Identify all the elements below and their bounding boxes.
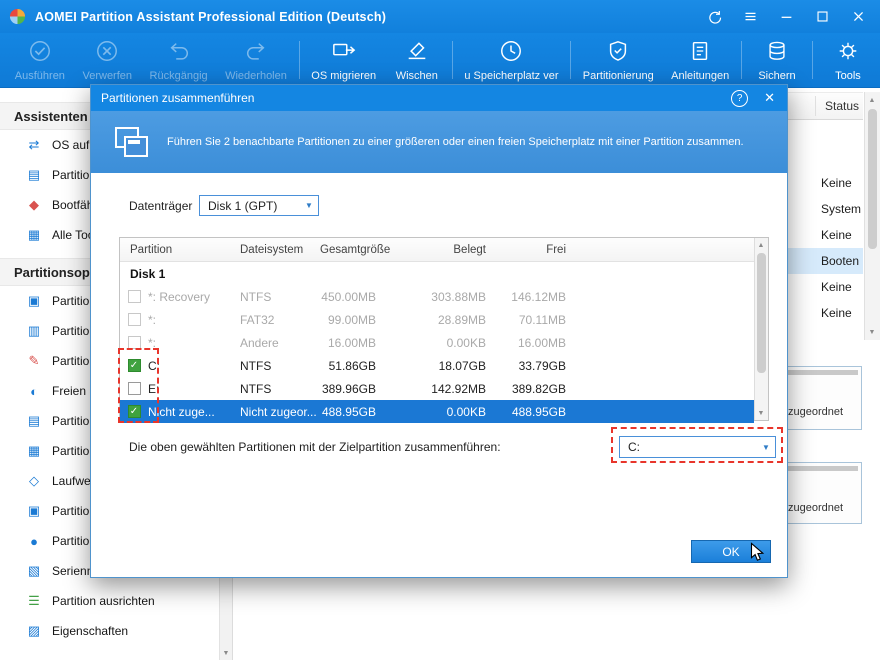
row-checkbox[interactable] xyxy=(127,313,141,326)
disk-group-row: Disk 1 xyxy=(130,266,166,281)
chevron-down-icon: ▼ xyxy=(762,442,770,452)
all-tools-icon: ▦ xyxy=(27,227,41,242)
bootable-media-icon: ◆ xyxy=(29,197,39,212)
drive-icon: ◇ xyxy=(29,473,39,488)
mouse-cursor xyxy=(750,542,767,568)
dialog-header: Führen Sie 2 benachbarte Partitionen zu … xyxy=(91,111,787,173)
scrollbar-thumb[interactable] xyxy=(757,253,766,373)
scroll-down-icon[interactable]: ▼ xyxy=(866,325,878,339)
allocate-free-space-button[interactable]: u Speicherplatz ver xyxy=(456,39,567,82)
tutorials-button[interactable]: Anleitungen xyxy=(662,39,738,82)
row-checkbox-checked[interactable] xyxy=(127,405,141,418)
table-header: Partition Dateisystem Gesamtgröße Belegt… xyxy=(120,238,754,262)
list-scrollbar[interactable]: ▲ ▼ xyxy=(864,92,880,340)
dialog-description: Führen Sie 2 benachbarte Partitionen zu … xyxy=(167,136,744,148)
clock-icon xyxy=(499,39,523,68)
help-icon[interactable]: ? xyxy=(731,89,749,107)
backup-button[interactable]: Sichern xyxy=(745,39,809,82)
table-row[interactable]: *: Andere 16.00MB 0.00KB 16.00MB xyxy=(120,331,754,354)
scroll-down-icon[interactable]: ▼ xyxy=(220,646,232,660)
scrollbar-thumb[interactable] xyxy=(868,109,877,249)
partition-icon: ▤ xyxy=(27,413,41,428)
clock-icon: ◐ xyxy=(30,383,38,399)
wipe-button[interactable]: Wischen xyxy=(385,39,449,82)
window-title: AOMEI Partition Assistant Professional E… xyxy=(35,9,387,24)
target-partition-label: Die oben gewählten Partitionen mit der Z… xyxy=(129,440,501,454)
discard-icon xyxy=(95,39,119,68)
row-checkbox-checked[interactable] xyxy=(127,359,141,372)
discard-button[interactable]: Verwerfen xyxy=(74,39,141,82)
undo-icon xyxy=(167,39,191,68)
merge-partitions-icon xyxy=(115,127,149,157)
chevron-down-icon: ▼ xyxy=(305,201,313,210)
column-divider xyxy=(815,96,816,116)
migrate-os-icon xyxy=(331,39,357,68)
maximize-button[interactable] xyxy=(812,7,832,27)
table-row[interactable]: *: Recovery NTFS 450.00MB 303.88MB 146.1… xyxy=(120,285,754,308)
partition-icon: ▥ xyxy=(27,323,41,338)
undo-button[interactable]: Rückgängig xyxy=(141,39,217,82)
partition-table: Partition Dateisystem Gesamtgröße Belegt… xyxy=(119,237,769,423)
partition-icon: ● xyxy=(30,533,38,549)
toolbar-separator xyxy=(741,41,742,79)
scroll-down-icon[interactable]: ▼ xyxy=(755,406,767,420)
toolbar-separator xyxy=(570,41,572,79)
table-row-c-drive[interactable]: C: NTFS 51.86GB 18.07GB 33.79GB xyxy=(120,354,754,377)
toolbar-separator xyxy=(451,41,453,79)
redo-button[interactable]: Wiederholen xyxy=(216,39,295,82)
table-row-unallocated-selected[interactable]: Nicht zuge... Nicht zugeor... 488.95GB 0… xyxy=(120,400,754,423)
sidebar-item-properties[interactable]: ▨ Eigenschaften xyxy=(0,616,232,646)
menu-icon[interactable] xyxy=(740,7,760,27)
row-checkbox[interactable] xyxy=(127,290,141,303)
table-row[interactable]: *: FAT32 99.00MB 28.89MB 70.11MB xyxy=(120,308,754,331)
merge-partitions-dialog: Partitionen zusammenführen ? ✕ Führen Si… xyxy=(90,84,788,578)
tools-button[interactable]: Tools xyxy=(816,39,880,82)
close-button[interactable] xyxy=(848,7,868,27)
dialog-body: Datenträger Disk 1 (GPT) ▼ Partition Dat… xyxy=(91,173,787,579)
unallocated-label: zugeordnet xyxy=(788,406,844,418)
main-toolbar: Ausführen Verwerfen Rückgängig Wiederhol… xyxy=(0,33,880,88)
serial-number-icon: ▧ xyxy=(27,563,41,578)
table-scrollbar[interactable]: ▲ ▼ xyxy=(754,238,768,420)
properties-icon: ▨ xyxy=(27,623,41,638)
partition-icon: ▣ xyxy=(27,503,41,518)
toolbar-separator xyxy=(811,41,813,79)
gear-icon xyxy=(836,39,860,68)
migrate-os-button[interactable]: OS migrieren xyxy=(303,39,385,82)
redo-icon xyxy=(244,39,268,68)
partitioning-button[interactable]: Partitionierung xyxy=(574,39,662,82)
dialog-close-icon[interactable]: ✕ xyxy=(764,90,775,106)
table-row-e-drive[interactable]: E: NTFS 389.96GB 142.92MB 389.82GB xyxy=(120,377,754,400)
database-icon xyxy=(765,39,789,68)
row-checkbox[interactable] xyxy=(127,336,141,349)
target-partition-dropdown[interactable]: C: ▼ xyxy=(619,436,776,458)
refresh-icon[interactable] xyxy=(704,7,724,27)
disk-label: Datenträger xyxy=(129,199,193,213)
pencil-icon: ✎ xyxy=(28,353,40,368)
partition-icon: ▣ xyxy=(27,293,41,308)
sidebar-item-align-partition[interactable]: ☰ Partition ausrichten xyxy=(0,586,232,616)
status-column-header[interactable]: Status xyxy=(825,99,859,113)
app-logo-icon xyxy=(9,8,26,25)
dialog-title-bar: Partitionen zusammenführen ? ✕ xyxy=(91,85,787,111)
title-bar: AOMEI Partition Assistant Professional E… xyxy=(0,0,880,33)
migrate-os-icon: ⇄ xyxy=(28,137,40,152)
partition-icon: ▦ xyxy=(27,443,41,458)
unallocated-label: zugeordnet xyxy=(788,502,844,514)
scroll-up-icon[interactable]: ▲ xyxy=(755,238,767,252)
wipe-icon xyxy=(405,39,429,68)
minimize-button[interactable] xyxy=(776,7,796,27)
apply-button[interactable]: Ausführen xyxy=(6,39,74,82)
app-window: AOMEI Partition Assistant Professional E… xyxy=(0,0,880,660)
notebook-icon xyxy=(688,39,712,68)
dialog-title: Partitionen zusammenführen xyxy=(101,91,255,105)
row-checkbox[interactable] xyxy=(127,382,141,395)
disk-dropdown[interactable]: Disk 1 (GPT) ▼ xyxy=(199,195,319,216)
toolbar-separator xyxy=(298,41,300,79)
align-icon: ☰ xyxy=(28,593,40,608)
partition-wizard-icon: ▤ xyxy=(27,167,41,182)
apply-icon xyxy=(28,39,52,68)
shield-icon xyxy=(606,39,630,68)
scroll-up-icon[interactable]: ▲ xyxy=(866,93,878,107)
